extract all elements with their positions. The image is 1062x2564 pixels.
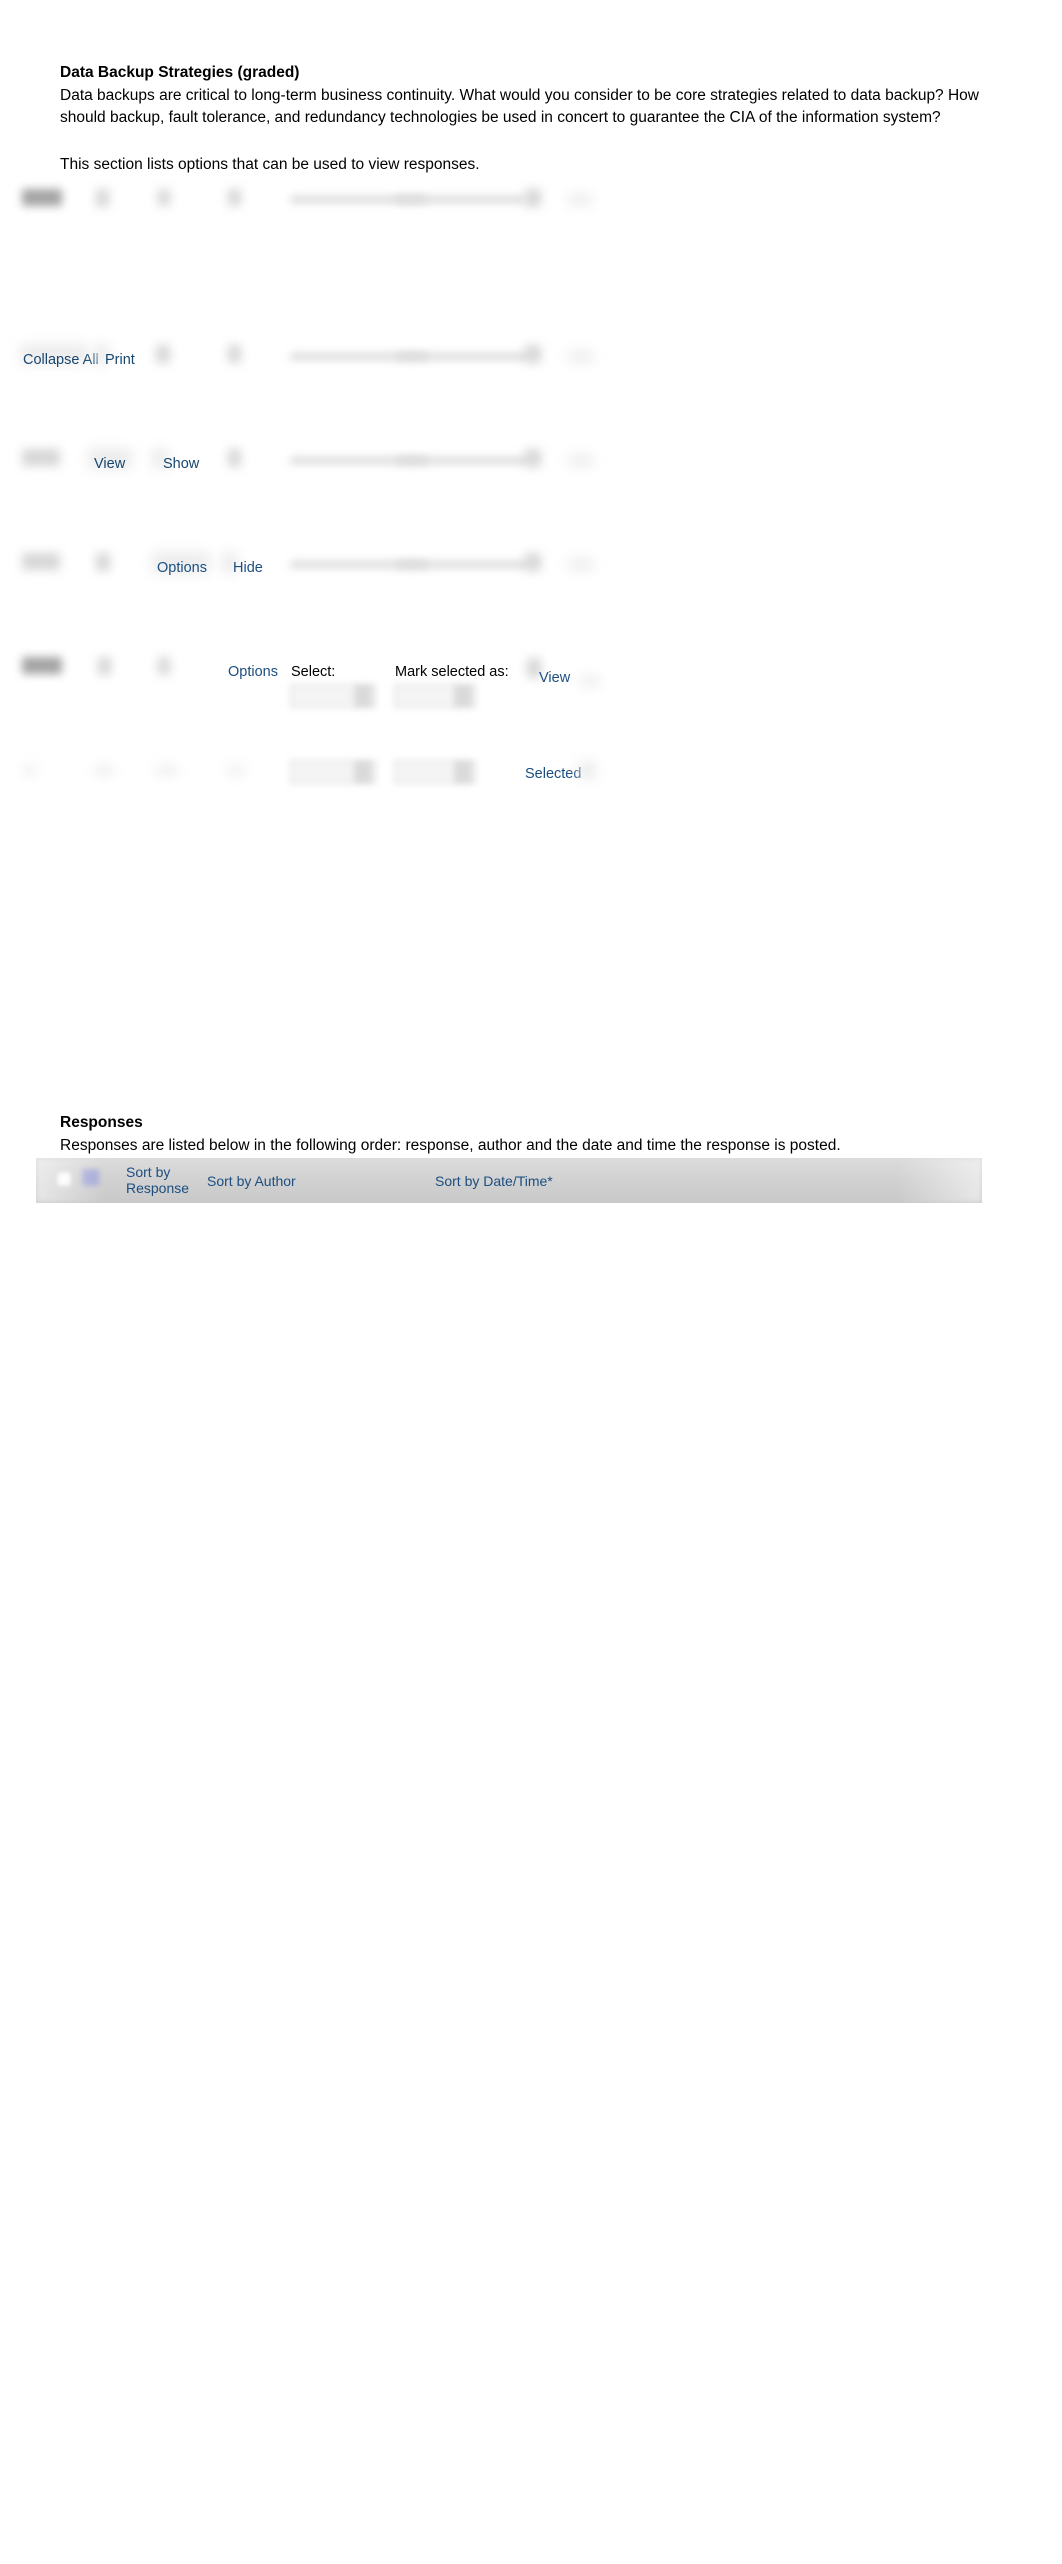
sort-bar: Sort by Response Sort by Author Sort by … [36,1158,982,1203]
view-link[interactable]: View [94,456,125,473]
ghost-control[interactable] [158,657,170,675]
select-all-checkbox[interactable] [56,1171,72,1187]
responses-heading: Responses [60,1114,143,1131]
toolbar-row-1 [0,186,1062,220]
selected-link[interactable]: Selected [525,766,581,783]
options-link[interactable]: Options [157,560,207,577]
ghost-control[interactable] [228,766,244,775]
options-2-link[interactable]: Options [228,664,278,681]
ghost-field[interactable] [396,456,528,465]
ghost-control[interactable] [158,189,170,206]
mark-selected-as-dropdown-2[interactable] [394,760,476,784]
select-dropdown-2[interactable] [290,760,376,784]
ghost-control[interactable] [525,345,541,363]
ghost-control[interactable] [22,553,60,570]
ghost-control[interactable] [568,351,594,362]
options-toolbar: Collapse All Print View Show Options Hid… [0,186,1062,1086]
discussion-page: Data Backup Strategies (graded) Data bac… [0,0,1062,2564]
sort-by-author-link[interactable]: Sort by Author [207,1173,296,1189]
toolbar-row-5: Options Select: Mark selected as: View [0,654,1062,714]
mark-selected-as-label: Mark selected as: [395,664,509,680]
responses-block: Responses Responses are listed below in … [60,1112,990,1157]
ghost-control[interactable] [96,189,109,207]
view-2-link[interactable]: View [539,670,570,687]
collapse-all-link[interactable]: Collapse All [23,352,99,369]
sort-by-response-link[interactable]: Sort by Response [126,1164,189,1196]
ghost-control[interactable] [22,189,62,206]
select-label: Select: [291,664,336,680]
ghost-control[interactable] [525,189,541,207]
select-dropdown[interactable] [290,684,376,708]
ghost-control[interactable] [98,657,111,675]
ghost-control[interactable] [96,553,110,571]
ghost-control[interactable] [568,455,594,466]
ghost-control[interactable] [568,559,594,570]
ghost-control[interactable] [24,766,36,775]
ghost-field[interactable] [396,352,528,361]
intro-block: Data Backup Strategies (graded) Data bac… [60,62,990,176]
page-title: Data Backup Strategies (graded) [60,64,300,81]
ghost-control[interactable] [156,766,178,775]
ghost-control[interactable] [568,194,592,205]
intro-body-text: Data backups are critical to long-term b… [60,87,979,126]
ghost-control[interactable] [525,553,541,571]
responses-description: Responses are listed below in the follow… [60,1137,841,1154]
toolbar-row-6: Selected [0,758,1062,792]
toolbar-row-4: Options Hide [0,550,1062,584]
ghost-field[interactable] [396,560,528,569]
ghost-control[interactable] [94,766,114,775]
show-link[interactable]: Show [163,456,199,473]
toolbar-row-3: View Show [0,446,1062,480]
flag-icon[interactable] [82,1169,99,1186]
mark-selected-as-dropdown[interactable] [394,684,476,708]
toolbar-row-2: Collapse All Print [0,342,1062,376]
intro-note-text: This section lists options that can be u… [60,156,480,173]
ghost-control[interactable] [578,762,596,779]
ghost-control[interactable] [525,449,541,467]
ghost-control[interactable] [228,449,241,467]
ghost-field[interactable] [395,195,525,204]
ghost-control[interactable] [228,189,241,206]
print-link[interactable]: Print [105,352,135,369]
hide-link[interactable]: Hide [233,560,263,577]
ghost-control[interactable] [156,345,170,363]
ghost-control[interactable] [580,676,600,686]
ghost-control[interactable] [228,345,241,363]
ghost-control[interactable] [22,449,60,466]
sort-by-datetime-link[interactable]: Sort by Date/Time* [435,1173,553,1189]
ghost-control[interactable] [22,657,62,674]
